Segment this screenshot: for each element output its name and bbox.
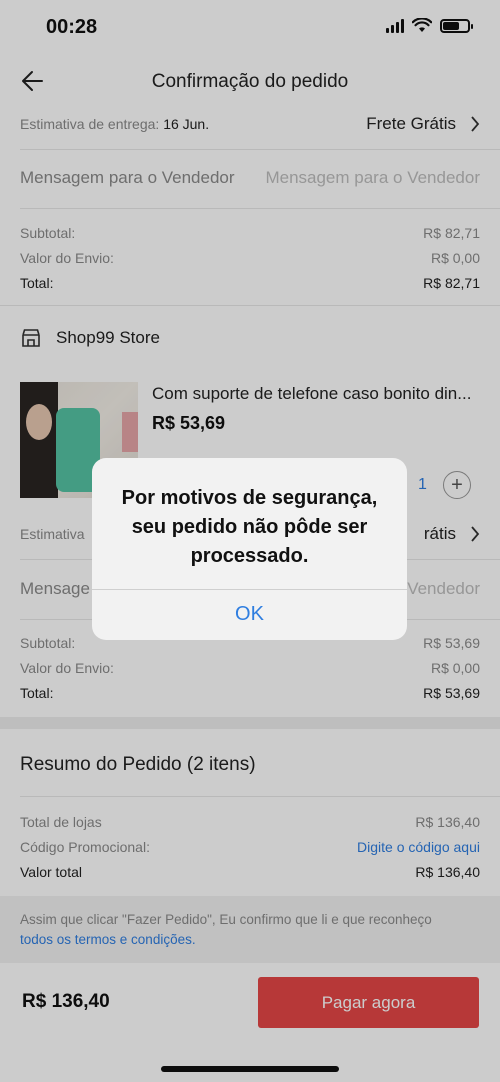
alert-dialog: Por motivos de segurança, seu pedido não… <box>92 458 407 640</box>
ok-button[interactable]: OK <box>92 589 407 640</box>
alert-message: Por motivos de segurança, seu pedido não… <box>121 487 378 567</box>
